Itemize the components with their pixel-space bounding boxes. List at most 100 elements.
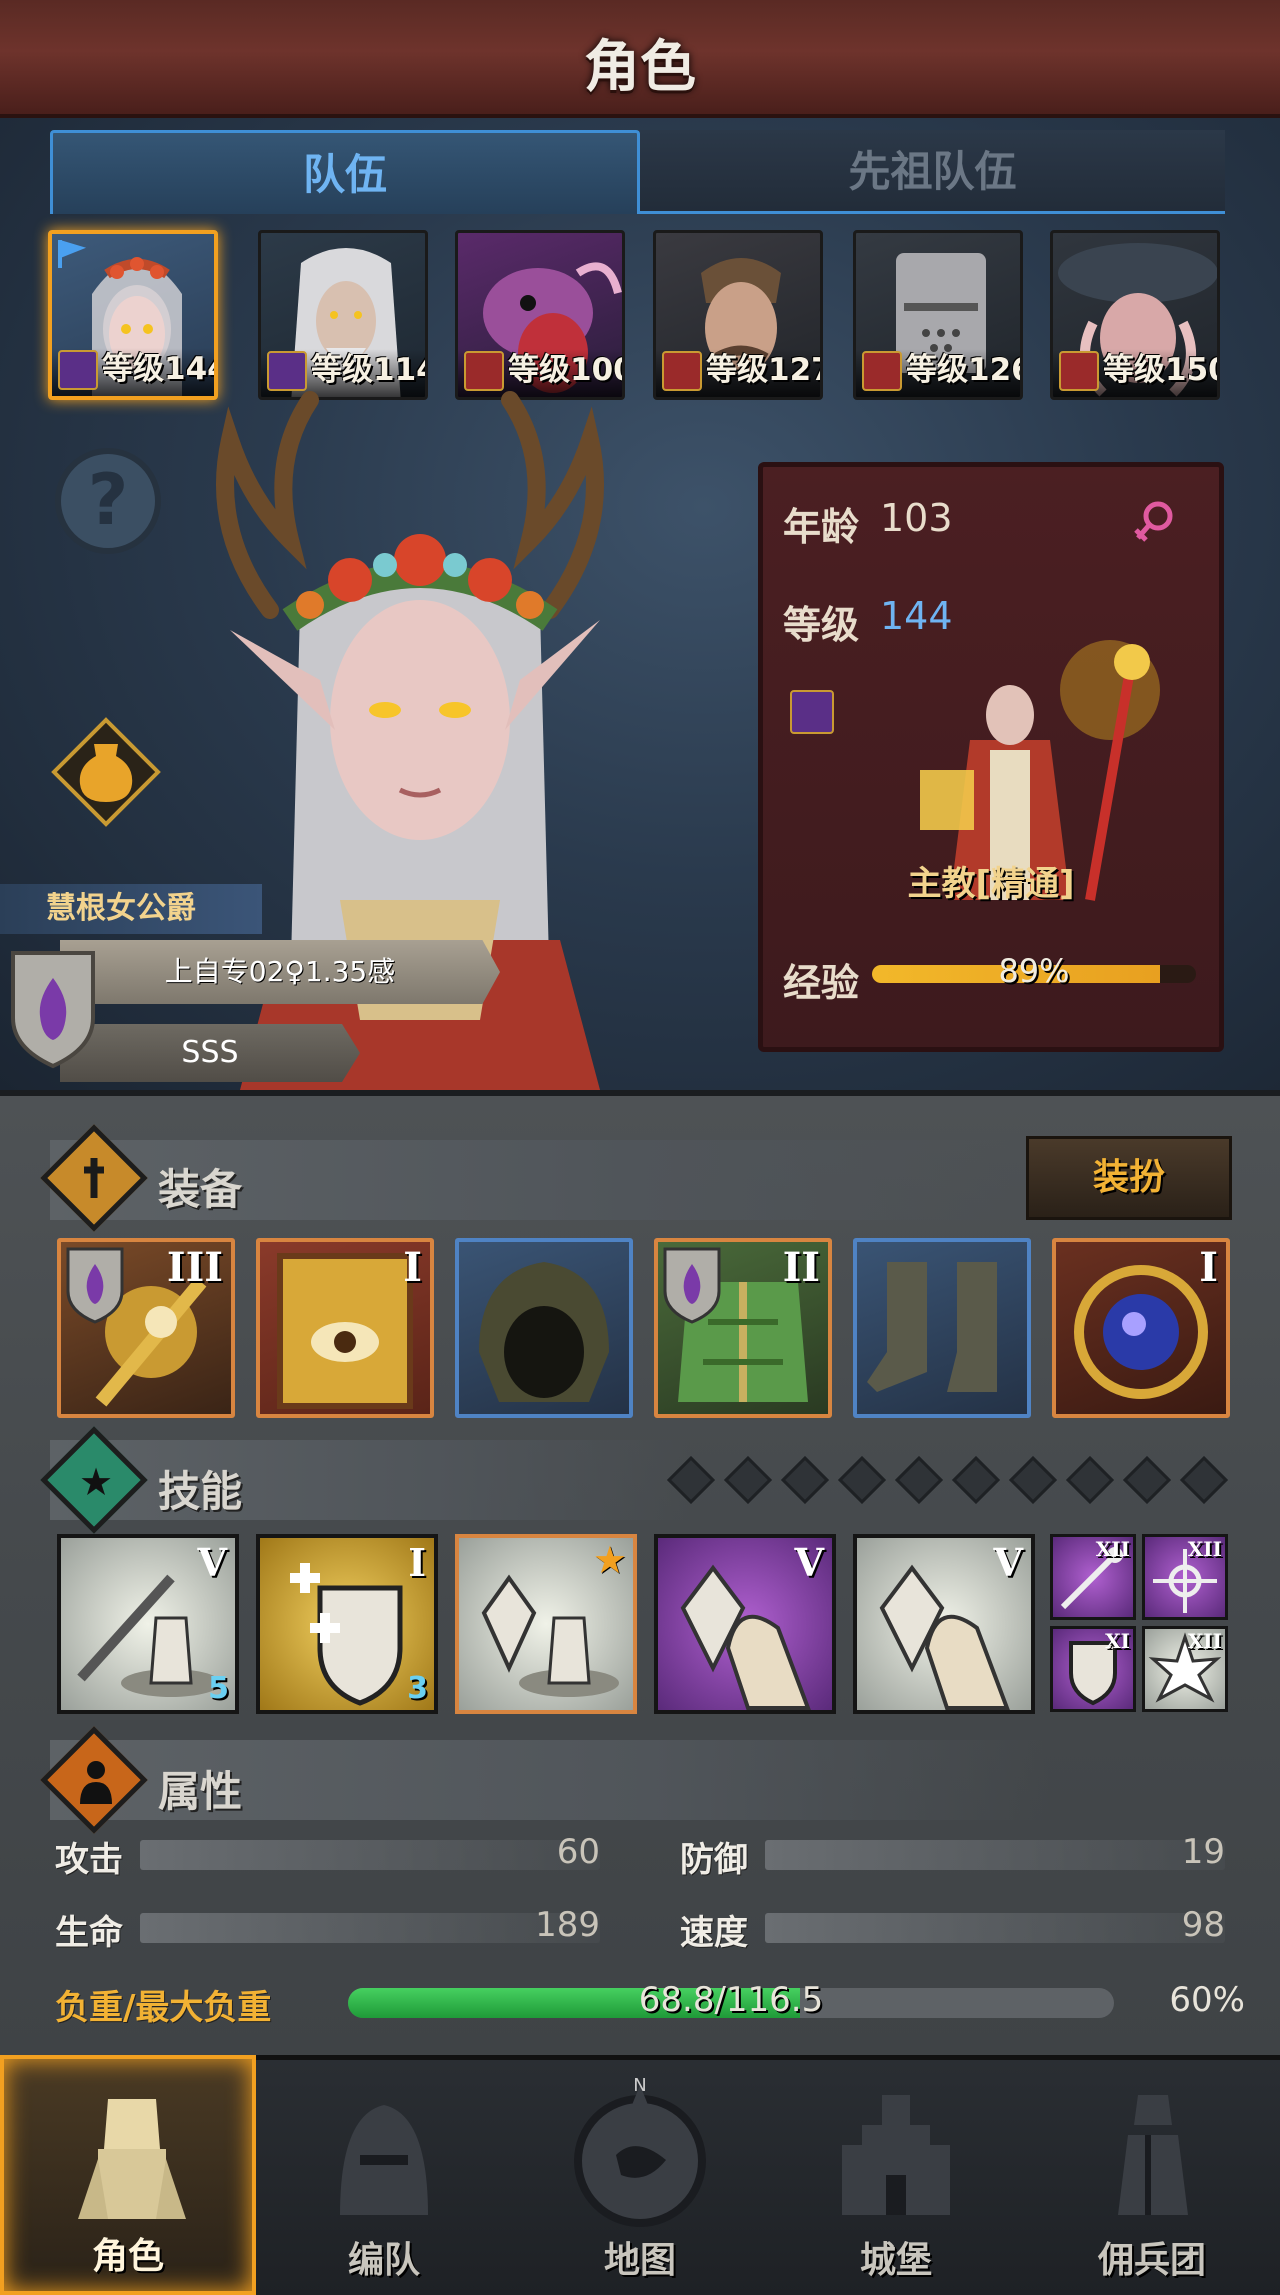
hero-trait: 上自专02♀1.35感 bbox=[60, 940, 500, 1004]
knight-icon bbox=[78, 2099, 186, 2219]
exp-text: 89% bbox=[998, 952, 1070, 990]
party-level: 等级127 bbox=[706, 352, 823, 388]
skill-pip bbox=[837, 1455, 887, 1505]
hero-title: 慧根女公爵 bbox=[0, 884, 262, 934]
tier-numeral: XII bbox=[1187, 1629, 1222, 1653]
tier-numeral: V bbox=[993, 1540, 1023, 1585]
stat-label: 防御 bbox=[680, 1840, 748, 1880]
skill-pip bbox=[1008, 1455, 1058, 1505]
load-text: 68.8/116.5 bbox=[638, 1980, 824, 2020]
nav-character[interactable]: 角色 bbox=[0, 2055, 256, 2295]
dagger-icon bbox=[84, 1158, 104, 1198]
equip-slot-3[interactable] bbox=[455, 1238, 633, 1418]
equip-slot-4[interactable]: II bbox=[654, 1238, 832, 1418]
horse-icon bbox=[862, 351, 902, 391]
female-icon bbox=[1134, 501, 1173, 542]
tier-numeral: I bbox=[403, 1244, 422, 1291]
horse-icon bbox=[1059, 351, 1099, 391]
nav-map[interactable]: N 地图 bbox=[512, 2055, 768, 2295]
class-name: 主教[精通] bbox=[907, 864, 1075, 904]
nav-label: 城堡 bbox=[859, 2240, 932, 2281]
flame-crest-icon bbox=[11, 951, 95, 1069]
nav-label: 编队 bbox=[347, 2240, 420, 2281]
skill-pips bbox=[666, 1455, 1236, 1505]
stat-value: 60 bbox=[556, 1832, 600, 1872]
tier-numeral: V bbox=[794, 1540, 824, 1585]
flame-crest-icon bbox=[663, 1247, 721, 1324]
skill-count: 5 bbox=[208, 1671, 229, 1706]
stat-value: 189 bbox=[535, 1905, 600, 1945]
equip-slot-1[interactable]: III bbox=[57, 1238, 235, 1418]
party-member-5[interactable]: 等级126 bbox=[853, 230, 1023, 400]
skill-pip bbox=[780, 1455, 830, 1505]
nav-label: 角色 bbox=[91, 2236, 164, 2277]
passive-skill-3[interactable]: XI bbox=[1050, 1626, 1136, 1712]
level-label: 等级 bbox=[783, 603, 860, 647]
equipment-title: 装备 bbox=[158, 1165, 243, 1214]
tier-numeral: I bbox=[1199, 1244, 1218, 1291]
tier-numeral: II bbox=[782, 1244, 820, 1291]
passive-skill-1[interactable]: XII bbox=[1050, 1534, 1136, 1620]
castle-icon bbox=[842, 2095, 950, 2215]
equip-slot-6[interactable]: I bbox=[1052, 1238, 1230, 1418]
stat-value: 98 bbox=[1181, 1905, 1225, 1945]
nav-mercenary[interactable]: 佣兵团 bbox=[1024, 2055, 1280, 2295]
passive-skill-2[interactable]: XII bbox=[1142, 1534, 1228, 1620]
party-member-6[interactable]: 等级150 bbox=[1050, 230, 1220, 400]
mercenary-icon bbox=[1118, 2095, 1188, 2215]
helmet-icon bbox=[340, 2105, 428, 2215]
page-title: 角色 bbox=[584, 35, 696, 100]
star-icon: ★ bbox=[592, 1538, 627, 1582]
tier-numeral: V bbox=[197, 1540, 227, 1585]
help-button[interactable]: ? bbox=[55, 448, 161, 554]
tier-numeral: XI bbox=[1105, 1629, 1130, 1653]
load-label: 负重/最大负重 bbox=[55, 1988, 272, 2028]
skill-pip bbox=[951, 1455, 1001, 1505]
flame-crest-icon bbox=[66, 1247, 124, 1324]
skill-pip bbox=[1179, 1455, 1229, 1505]
hood-icon bbox=[479, 1262, 609, 1402]
nav-castle[interactable]: 城堡 bbox=[768, 2055, 1024, 2295]
staff-icon bbox=[58, 350, 98, 390]
person-icon bbox=[80, 1761, 112, 1804]
stat-label: 生命 bbox=[55, 1913, 123, 1953]
equip-slot-5[interactable] bbox=[853, 1238, 1031, 1418]
skill-pip bbox=[1122, 1455, 1172, 1505]
potion-icon[interactable] bbox=[50, 716, 162, 828]
hero-rank: SSS bbox=[60, 1024, 360, 1082]
nav-label: 佣兵团 bbox=[1097, 2240, 1206, 2281]
exp-label: 经验 bbox=[783, 961, 860, 1005]
skill-slot-5[interactable]: V bbox=[853, 1534, 1035, 1714]
tab-party[interactable]: 队伍 bbox=[50, 130, 640, 214]
stat-label: 速度 bbox=[680, 1913, 748, 1953]
boots-icon bbox=[867, 1262, 997, 1392]
tab-ancestor-party[interactable]: 先祖队伍 bbox=[640, 130, 1225, 214]
skill-pip bbox=[1065, 1455, 1115, 1505]
party-level: 等级150 bbox=[1103, 352, 1220, 388]
attributes-title: 属性 bbox=[158, 1767, 243, 1816]
skill-count: 3 bbox=[407, 1671, 428, 1706]
skill-slot-4[interactable]: V bbox=[654, 1534, 836, 1714]
skill-pip bbox=[894, 1455, 944, 1505]
skills-title: 技能 bbox=[158, 1467, 243, 1516]
svg-text:N: N bbox=[633, 2075, 646, 2096]
passive-skill-4[interactable]: XII bbox=[1142, 1626, 1228, 1712]
nav-formation[interactable]: 编队 bbox=[256, 2055, 512, 2295]
party-member-4[interactable]: 等级127 bbox=[653, 230, 823, 400]
equip-slot-2[interactable]: I bbox=[256, 1238, 434, 1418]
skill-pip bbox=[723, 1455, 773, 1505]
skill-pip bbox=[666, 1455, 716, 1505]
skill-slot-2[interactable]: I 3 bbox=[256, 1534, 438, 1714]
party-member-2[interactable]: 等级114 bbox=[258, 230, 428, 400]
party-member-3[interactable]: 等级100 bbox=[455, 230, 625, 400]
appearance-button[interactable]: 装扮 bbox=[1026, 1136, 1232, 1220]
stat-value: 19 bbox=[1181, 1832, 1225, 1872]
skill-slot-1[interactable]: V 5 bbox=[57, 1534, 239, 1714]
star-icon: ★ bbox=[79, 1460, 114, 1504]
tier-numeral: XII bbox=[1187, 1537, 1222, 1561]
age-label: 年龄 bbox=[783, 505, 860, 549]
tier-numeral: XII bbox=[1095, 1537, 1130, 1561]
skill-slot-3[interactable]: ★ bbox=[455, 1534, 637, 1714]
party-member-1[interactable]: 等级144 bbox=[48, 230, 218, 400]
age-value: 103 bbox=[880, 496, 953, 540]
